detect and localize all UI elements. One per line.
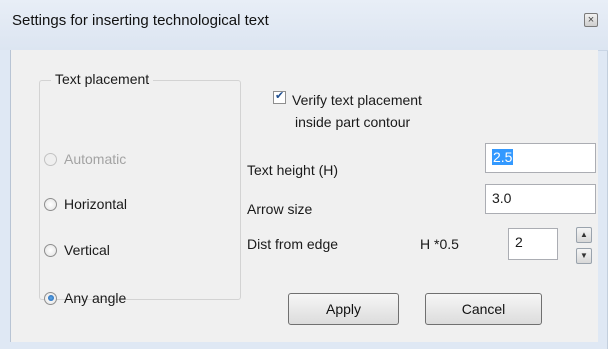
radio-icon[interactable] [44, 291, 57, 305]
text-placement-legend: Text placement [51, 71, 154, 87]
frame-bottom-edge [10, 342, 607, 349]
arrow-size-value: 3.0 [492, 190, 512, 206]
spin-down-icon[interactable]: ▼ [576, 248, 592, 264]
dist-from-edge-input[interactable]: 2 [508, 228, 558, 260]
radio-label: Horizontal [64, 196, 128, 212]
text-height-input[interactable]: 2.5 [485, 143, 596, 173]
arrow-size-input[interactable]: 3.0 [485, 184, 596, 214]
radio-label: Any angle [64, 290, 127, 306]
dist-multiplier-label: H *0.5 [420, 236, 459, 252]
radio-icon[interactable] [44, 152, 57, 166]
dialog-title: Settings for inserting technological tex… [12, 12, 269, 29]
dist-from-edge-value: 2 [515, 234, 523, 250]
verify-line-2: inside part contour [295, 114, 411, 130]
text-height-label: Text height (H) [247, 162, 339, 178]
frame-left-edge [0, 50, 10, 349]
close-icon[interactable]: × [584, 13, 598, 27]
radio-icon[interactable] [44, 197, 57, 211]
text-placement-group: Text placement Automatic Horizontal Vert… [39, 71, 241, 306]
dialog-body: Text placement Automatic Horizontal Vert… [10, 50, 598, 342]
arrow-size-label: Arrow size [247, 201, 313, 217]
radio-any-angle[interactable]: Any angle [44, 290, 126, 306]
settings-dialog: Settings for inserting technological tex… [0, 0, 608, 349]
title-bar[interactable]: Settings for inserting technological tex… [0, 0, 608, 51]
radio-vertical[interactable]: Vertical [44, 242, 110, 258]
text-height-value: 2.5 [492, 149, 514, 165]
radio-label: Automatic [64, 151, 127, 167]
radio-icon[interactable] [44, 243, 57, 257]
apply-button[interactable]: Apply [288, 293, 399, 325]
radio-label: Vertical [64, 242, 110, 258]
dist-from-edge-label: Dist from edge [247, 236, 339, 252]
cancel-button[interactable]: Cancel [425, 293, 542, 325]
spin-up-icon[interactable]: ▲ [576, 227, 592, 243]
verify-line-1: Verify text placement [292, 92, 422, 108]
radio-horizontal[interactable]: Horizontal [44, 196, 127, 212]
verify-placement-checkbox[interactable]: Verify text placement inside part contou… [273, 89, 492, 133]
checkbox-icon[interactable] [273, 89, 286, 104]
radio-automatic[interactable]: Automatic [44, 151, 126, 167]
verify-placement-label: Verify text placement inside part contou… [292, 89, 492, 133]
